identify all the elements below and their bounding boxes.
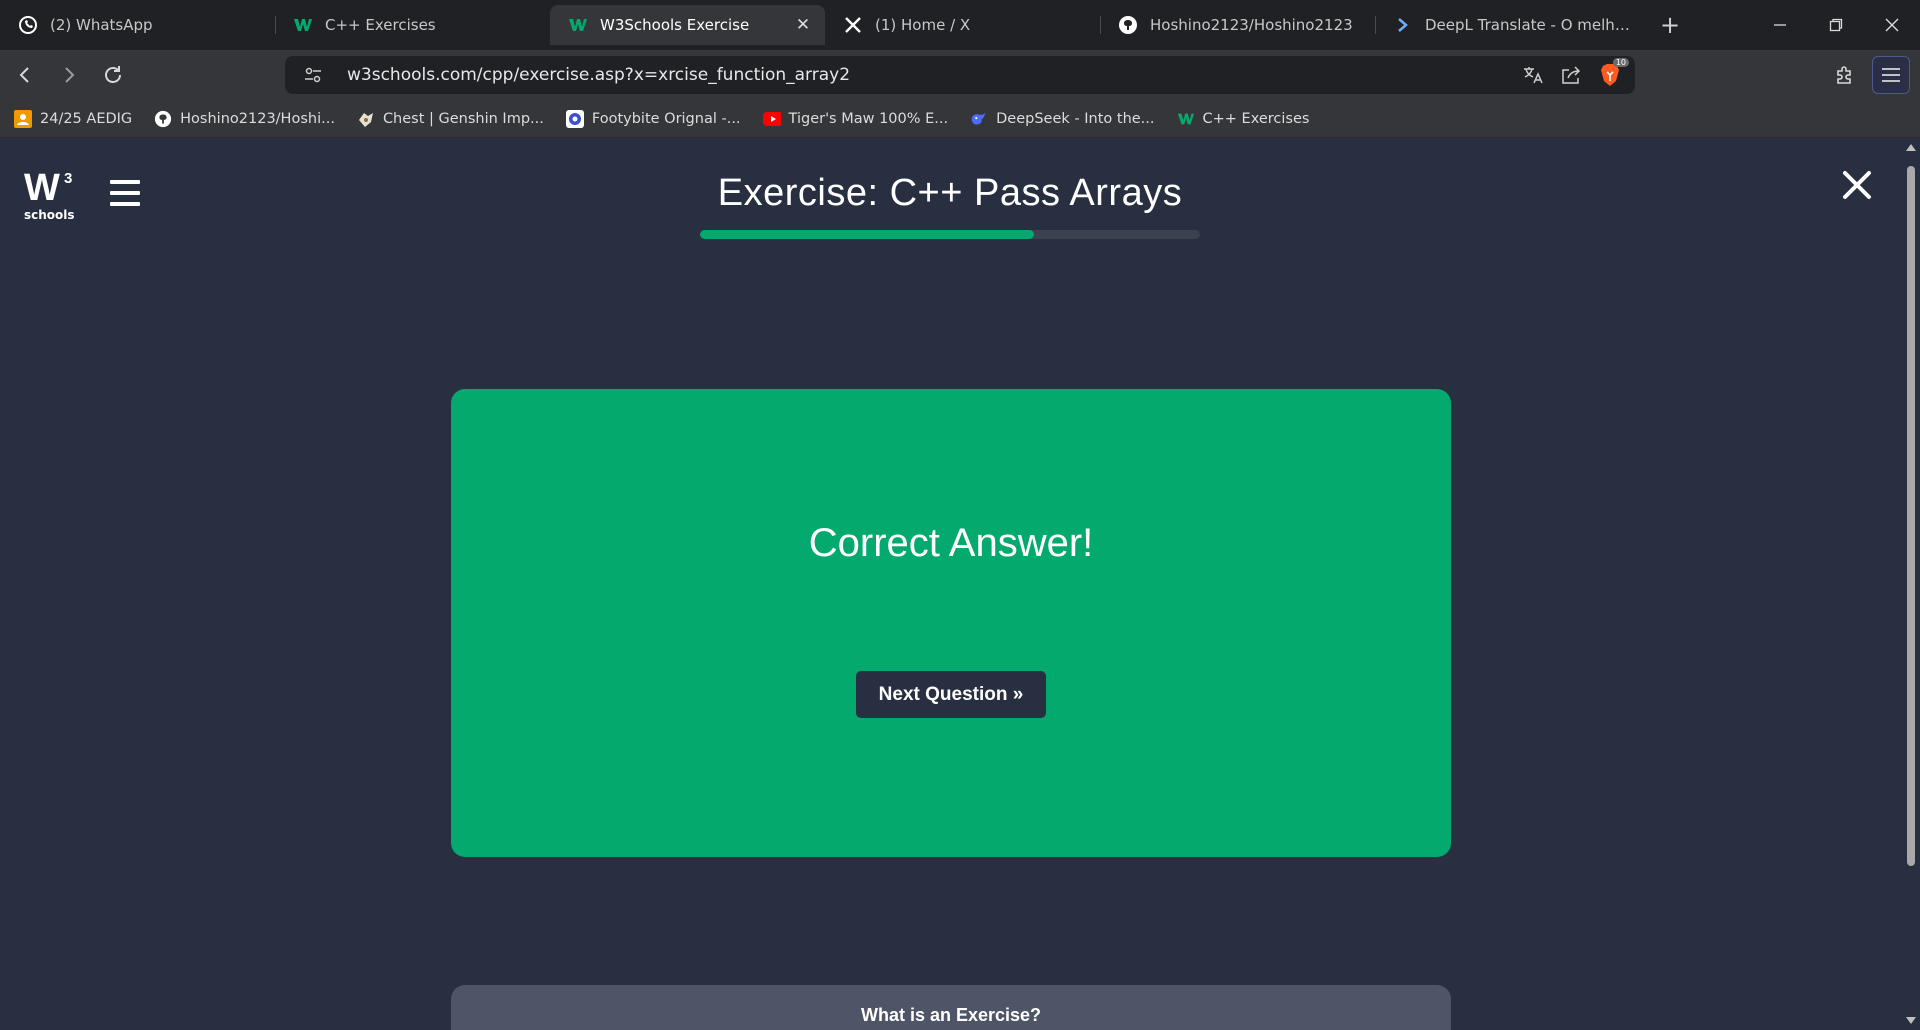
bookmark-label: Hoshino2123/Hoshi... [180, 110, 335, 127]
bookmark-github[interactable]: Hoshino2123/Hoshi... [154, 110, 335, 128]
new-tab-button[interactable]: + [1650, 5, 1690, 45]
tab-title: (2) WhatsApp [50, 16, 153, 34]
page-title: Exercise: C++ Pass Arrays [717, 172, 1183, 214]
tab-title: (1) Home / X [875, 16, 971, 34]
bookmarks-bar: 24/25 AEDIG Hoshino2123/Hoshi... Chest |… [0, 100, 1920, 138]
bookmark-label: Footybite Orignal -... [591, 110, 741, 127]
football-icon [565, 109, 584, 128]
translate-icon[interactable] [1519, 61, 1547, 89]
whatsapp-icon [18, 15, 38, 35]
next-question-button[interactable]: Next Question » [856, 671, 1046, 718]
exercise-progress-bar [700, 230, 1200, 239]
tab-cpp-exercises[interactable]: C++ Exercises [275, 5, 550, 45]
tab-title: W3Schools Exercise [600, 16, 750, 34]
deepl-icon [1393, 15, 1413, 35]
scroll-up-arrow-icon[interactable] [1906, 144, 1916, 151]
toolbar-right [1826, 56, 1910, 94]
restore-icon[interactable] [1808, 0, 1864, 50]
bookmark-youtube[interactable]: Tiger's Maw 100% E... [762, 110, 949, 128]
bookmark-aedig[interactable]: 24/25 AEDIG [14, 109, 133, 128]
github-icon [154, 110, 172, 128]
tab-github[interactable]: Hoshino2123/Hoshino2123 [1100, 5, 1375, 45]
tab-title: DeepL Translate - O melhor tradutor [1425, 16, 1636, 34]
result-message: Correct Answer! [808, 521, 1094, 565]
x-icon [843, 15, 863, 35]
tab-strip: (2) WhatsApp C++ Exercises W3Schools Exe… [0, 0, 1920, 50]
bookmark-footybite[interactable]: Footybite Orignal -... [565, 109, 741, 128]
w3schools-icon [568, 15, 588, 35]
bookmark-label: C++ Exercises [1202, 110, 1310, 127]
back-icon[interactable] [6, 56, 44, 94]
shields-count-badge: 10 [1612, 58, 1629, 67]
scroll-down-arrow-icon[interactable] [1906, 1017, 1916, 1024]
bookmark-label: 24/25 AEDIG [40, 110, 133, 127]
w3schools-icon [1177, 110, 1195, 128]
scrollbar-thumb[interactable] [1907, 166, 1915, 866]
classroom-icon [14, 109, 32, 128]
close-exercise-icon[interactable] [1840, 168, 1874, 202]
bookmark-label: Tiger's Maw 100% E... [788, 110, 949, 127]
tab-title: Hoshino2123/Hoshino2123 [1150, 16, 1353, 34]
bookmark-label: Chest | Genshin Imp... [382, 110, 544, 127]
extensions-icon[interactable] [1826, 56, 1864, 94]
reload-icon[interactable] [94, 56, 132, 94]
genshin-icon [357, 110, 375, 128]
bookmark-cpp-exercises[interactable]: C++ Exercises [1177, 110, 1310, 128]
page-viewport: W 3 schools Exercise: C++ Pass Arrays Co… [0, 138, 1920, 1030]
bookmark-genshin[interactable]: Chest | Genshin Imp... [357, 110, 544, 128]
progress-fill [700, 230, 1034, 239]
close-window-icon[interactable] [1864, 0, 1920, 50]
youtube-icon [762, 110, 781, 128]
tab-title: C++ Exercises [325, 16, 436, 34]
forward-icon[interactable] [50, 56, 88, 94]
tab-x-home[interactable]: (1) Home / X [825, 5, 1100, 45]
exercise-info-card: What is an Exercise? [451, 985, 1451, 1030]
browser-toolbar: w3schools.com/cpp/exercise.asp?x=xrcise_… [0, 50, 1920, 100]
minimize-icon[interactable] [1752, 0, 1808, 50]
browser-menu-icon[interactable] [1872, 56, 1910, 94]
deepseek-icon [970, 110, 988, 128]
tab-w3schools-exercise[interactable]: W3Schools Exercise ✕ [550, 5, 825, 45]
address-bar[interactable]: w3schools.com/cpp/exercise.asp?x=xrcise_… [285, 56, 1635, 94]
tab-deepl[interactable]: DeepL Translate - O melhor tradutor [1375, 5, 1650, 45]
info-card-title: What is an Exercise? [860, 1005, 1042, 1025]
bookmark-deepseek[interactable]: DeepSeek - Into the... [970, 110, 1155, 128]
tab-whatsapp[interactable]: (2) WhatsApp [0, 5, 275, 45]
github-icon [1118, 15, 1138, 35]
site-settings-icon[interactable] [299, 61, 327, 89]
window-controls [1752, 0, 1920, 50]
bookmark-label: DeepSeek - Into the... [996, 110, 1155, 127]
close-tab-icon[interactable]: ✕ [795, 15, 811, 35]
share-icon[interactable] [1557, 61, 1585, 89]
result-card: Correct Answer! Next Question » [451, 389, 1451, 857]
brave-shields-icon[interactable]: 10 [1599, 58, 1629, 87]
w3schools-icon [293, 15, 313, 35]
url-text[interactable]: w3schools.com/cpp/exercise.asp?x=xrcise_… [347, 65, 1509, 85]
page-scrollbar[interactable] [1902, 138, 1920, 1030]
